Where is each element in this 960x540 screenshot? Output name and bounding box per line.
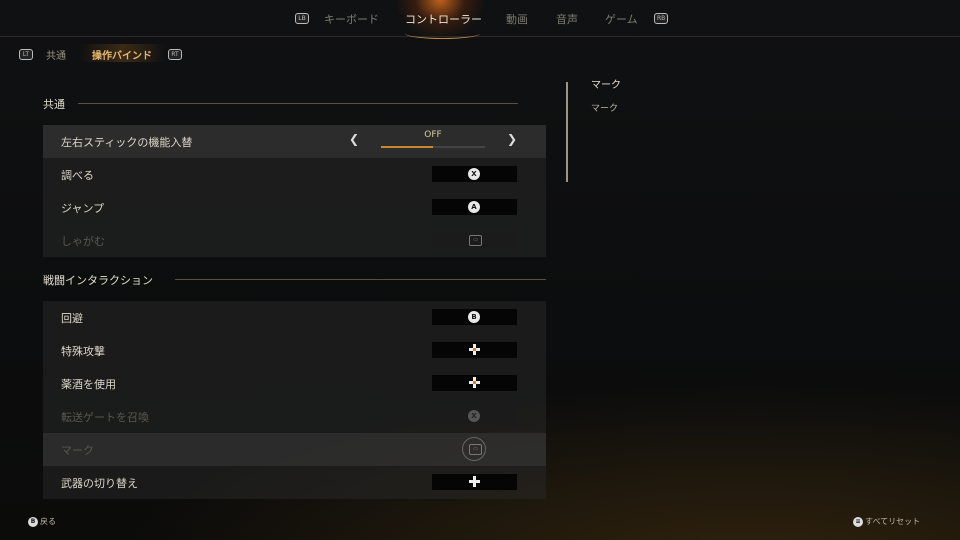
b-button-icon: B: [28, 516, 38, 527]
hint-title: マーク: [591, 80, 621, 91]
lb-button-icon[interactable]: LB: [295, 13, 309, 24]
binding-slot: X: [432, 408, 517, 424]
toggle-progress-bar: [381, 146, 485, 148]
top-nav: LB キーボード コントローラー 動画 音声 ゲーム RB: [0, 0, 960, 39]
section-divider: [175, 279, 546, 280]
dpad-icon: [469, 377, 480, 388]
setting-label: 左右スティックの機能入替: [61, 136, 193, 149]
setting-label: しゃがむ: [61, 235, 105, 248]
tab-video[interactable]: 動画: [506, 11, 528, 27]
section-title-combat: 戦闘インタラクション: [43, 274, 153, 287]
dpad-icon: [469, 344, 480, 355]
setting-row-use-medicine[interactable]: 薬酒を使用: [43, 367, 546, 400]
scrollbar[interactable]: [566, 82, 568, 182]
chevron-left-icon[interactable]: ❮: [349, 132, 359, 146]
binding-slot[interactable]: A: [432, 199, 517, 215]
toggle-progress-fill: [381, 146, 433, 148]
sub-tab-bindings[interactable]: 操作バインド: [92, 47, 152, 62]
x-button-icon: X: [468, 410, 480, 422]
setting-label: 武器の切り替え: [61, 477, 138, 490]
back-label: 戻る: [40, 517, 56, 526]
lt-button-icon[interactable]: LT: [19, 49, 33, 60]
setting-row-dodge[interactable]: 回避 B: [43, 301, 546, 334]
setting-label: 調べる: [61, 169, 94, 182]
binding-slot[interactable]: [432, 342, 517, 358]
hint-description: マーク: [591, 104, 619, 114]
a-button-icon: A: [468, 201, 480, 213]
setting-label: 回避: [61, 312, 83, 325]
setting-label: 薬酒を使用: [61, 378, 116, 391]
dpad-icon: [469, 476, 480, 487]
chevron-right-icon[interactable]: ❯: [507, 132, 517, 146]
rt-button-icon[interactable]: RT: [168, 49, 182, 60]
setting-label: マーク: [61, 444, 94, 457]
section-title-common: 共通: [43, 98, 65, 111]
tab-keyboard[interactable]: キーボード: [324, 11, 379, 27]
tab-controller[interactable]: コントローラー: [405, 11, 482, 27]
binding-slot[interactable]: [432, 375, 517, 391]
tab-audio[interactable]: 音声: [556, 11, 578, 27]
setting-row-inspect[interactable]: 調べる X: [43, 158, 546, 191]
setting-row-crouch: しゃがむ ▭: [43, 224, 546, 257]
b-button-icon: B: [468, 311, 480, 323]
setting-row-switch-weapon[interactable]: 武器の切り替え: [43, 466, 546, 499]
setting-row-special-attack[interactable]: 特殊攻撃: [43, 334, 546, 367]
binding-slot[interactable]: B: [432, 309, 517, 325]
binding-slot[interactable]: [432, 474, 517, 490]
setting-row-summon-gate: 転送ゲートを召喚 X: [43, 400, 546, 433]
setting-row-mark: マーク ▭: [43, 433, 546, 466]
touchpad-icon: ▭: [469, 235, 482, 246]
reset-label: すべてリセット: [865, 517, 921, 526]
binding-slot: ▭: [432, 232, 517, 248]
setting-row-jump[interactable]: ジャンプ A: [43, 191, 546, 224]
tab-game[interactable]: ゲーム: [605, 11, 638, 27]
setting-label: 特殊攻撃: [61, 345, 105, 358]
touchpad-icon: ▭: [469, 444, 482, 455]
setting-row-swap-sticks[interactable]: 左右スティックの機能入替 ❮ OFF ❯: [43, 125, 546, 158]
toggle-value: OFF: [424, 130, 442, 140]
reset-all-button[interactable]: ≡ すべてリセット: [853, 516, 920, 527]
section-divider: [78, 103, 518, 104]
setting-label: ジャンプ: [61, 202, 105, 215]
binding-slot[interactable]: X: [432, 166, 517, 182]
binding-slot: ▭: [432, 437, 517, 461]
sub-tab-common[interactable]: 共通: [46, 47, 66, 62]
setting-label: 転送ゲートを召喚: [61, 411, 149, 424]
x-button-icon: X: [468, 168, 480, 180]
menu-button-icon: ≡: [853, 516, 863, 527]
rb-button-icon[interactable]: RB: [654, 13, 669, 24]
active-tab-indicator: [405, 28, 480, 39]
back-button[interactable]: B 戻る: [28, 516, 56, 527]
